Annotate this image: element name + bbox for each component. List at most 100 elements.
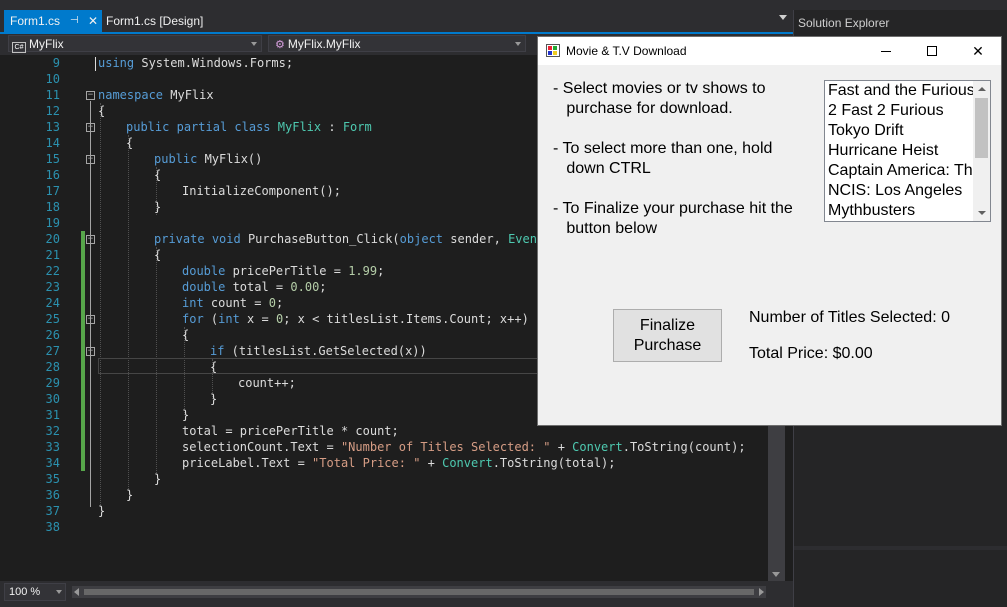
close-tab-icon[interactable]: ✕ bbox=[88, 10, 98, 32]
code-line: for (int x = 0; x < titlesList.Items.Cou… bbox=[182, 312, 529, 326]
editor-horizontal-scrollbar[interactable] bbox=[72, 586, 766, 598]
instruction-ctrl: - To select more than one, hold down CTR… bbox=[553, 140, 773, 177]
indent-guide bbox=[128, 135, 129, 491]
change-indicator bbox=[81, 231, 85, 471]
list-item[interactable]: NCIS: Los Angeles bbox=[828, 181, 962, 201]
code-line: namespace MyFlix bbox=[98, 88, 214, 102]
line-number: 28 bbox=[45, 360, 60, 374]
code-line: public MyFlix() bbox=[154, 152, 263, 166]
scroll-down-icon[interactable] bbox=[772, 572, 780, 577]
list-item[interactable]: Hurricane Heist bbox=[828, 141, 938, 161]
maximize-icon bbox=[927, 46, 937, 56]
line-number: 32 bbox=[45, 424, 60, 438]
member-dropdown[interactable]: ⚙ MyFlix.MyFlix bbox=[268, 35, 526, 52]
code-line: selectionCount.Text = "Number of Titles … bbox=[182, 440, 746, 454]
code-line: int count = 0; bbox=[182, 296, 284, 310]
list-item[interactable]: Tokyo Drift bbox=[828, 121, 904, 141]
list-item[interactable]: Fast and the Furious bbox=[828, 81, 975, 101]
line-number-gutter: 9 10 11 12 13 14 15 16 17 18 19 20 21 22… bbox=[0, 55, 60, 581]
line-number: 37 bbox=[45, 504, 60, 518]
line-number: 20 bbox=[45, 232, 60, 246]
tab-dropdown-icon[interactable] bbox=[779, 15, 787, 20]
line-number: 18 bbox=[45, 200, 60, 214]
solution-explorer-title[interactable]: Solution Explorer bbox=[798, 16, 889, 30]
code-line: double total = 0.00; bbox=[182, 280, 327, 294]
line-number: 30 bbox=[45, 392, 60, 406]
line-number: 25 bbox=[45, 312, 60, 326]
code-line: { bbox=[154, 248, 162, 262]
project-name: MyFlix bbox=[29, 37, 64, 51]
close-button[interactable]: ✕ bbox=[955, 37, 1001, 65]
code-line: if (titlesList.GetSelected(x)) bbox=[210, 344, 427, 358]
line-number: 29 bbox=[45, 376, 60, 390]
line-number: 33 bbox=[45, 440, 60, 454]
tab-label: Form1.cs [Design] bbox=[106, 14, 204, 28]
titles-list[interactable]: Fast and the Furious 2 Fast 2 Furious To… bbox=[824, 80, 991, 222]
collapse-icon[interactable]: − bbox=[86, 123, 95, 132]
indent-guide bbox=[100, 103, 101, 507]
csharp-project-icon: C# bbox=[12, 42, 26, 53]
collapse-icon[interactable]: − bbox=[86, 347, 95, 356]
tab-form1-cs[interactable]: Form1.cs ⊣ ✕ bbox=[4, 10, 102, 32]
scroll-up-icon[interactable] bbox=[978, 87, 986, 91]
close-icon: ✕ bbox=[972, 43, 984, 59]
code-line: { bbox=[98, 104, 106, 118]
list-scrollbar[interactable] bbox=[973, 81, 990, 221]
line-number: 22 bbox=[45, 264, 60, 278]
window-titlebar[interactable]: Movie & T.V Download ✕ bbox=[538, 37, 1001, 65]
code-line: using System.Windows.Forms; bbox=[98, 56, 294, 70]
line-number: 9 bbox=[52, 56, 60, 70]
scroll-thumb[interactable] bbox=[975, 98, 988, 158]
line-number: 27 bbox=[45, 344, 60, 358]
document-tab-strip: Form1.cs ⊣ ✕ Form1.cs [Design] bbox=[0, 10, 793, 34]
line-number: 35 bbox=[45, 472, 60, 486]
tab-label: Form1.cs bbox=[10, 14, 61, 28]
ide-top-strip bbox=[0, 0, 1007, 10]
zoom-level: 100 % bbox=[9, 586, 41, 598]
collapse-icon[interactable]: − bbox=[86, 315, 95, 324]
collapse-icon[interactable]: − bbox=[86, 235, 95, 244]
line-number: 16 bbox=[45, 168, 60, 182]
code-line: } bbox=[154, 200, 162, 214]
pin-icon[interactable]: ⊣ bbox=[70, 10, 79, 32]
line-number: 15 bbox=[45, 152, 60, 166]
code-line: } bbox=[210, 392, 218, 406]
line-number: 38 bbox=[45, 520, 60, 534]
scroll-thumb[interactable] bbox=[84, 589, 754, 595]
code-line: } bbox=[98, 504, 106, 518]
zoom-dropdown[interactable]: 100 % bbox=[4, 583, 66, 601]
total-price-label: Total Price: $0.00 bbox=[749, 345, 873, 362]
scroll-down-icon[interactable] bbox=[978, 211, 986, 215]
list-item[interactable]: Captain America: The bbox=[828, 161, 982, 181]
maximize-button[interactable] bbox=[909, 37, 955, 65]
line-number: 14 bbox=[45, 136, 60, 150]
chevron-down-icon bbox=[56, 590, 62, 594]
current-line-highlight bbox=[98, 358, 540, 374]
code-line: { bbox=[154, 168, 162, 182]
list-item[interactable]: 2 Fast 2 Furious bbox=[828, 101, 944, 121]
panel-splitter[interactable] bbox=[794, 546, 1007, 550]
code-line: public partial class MyFlix : Form bbox=[126, 120, 372, 134]
list-item[interactable]: Mythbusters bbox=[828, 201, 915, 221]
code-line: } bbox=[154, 472, 162, 486]
line-number: 31 bbox=[45, 408, 60, 422]
minimize-icon bbox=[881, 51, 891, 52]
tab-form1-design[interactable]: Form1.cs [Design] bbox=[106, 10, 206, 32]
finalize-purchase-button[interactable]: Finalize Purchase bbox=[613, 309, 722, 362]
code-line: { bbox=[182, 328, 190, 342]
code-line: InitializeComponent(); bbox=[182, 184, 341, 198]
line-number: 10 bbox=[45, 72, 60, 86]
chevron-down-icon bbox=[515, 42, 521, 46]
collapse-icon[interactable]: − bbox=[86, 155, 95, 164]
scroll-left-icon[interactable] bbox=[74, 588, 79, 596]
line-number: 13 bbox=[45, 120, 60, 134]
code-line: count++; bbox=[238, 376, 296, 390]
collapse-icon[interactable]: − bbox=[86, 91, 95, 100]
text-cursor bbox=[95, 57, 96, 71]
line-number: 34 bbox=[45, 456, 60, 470]
scroll-right-icon[interactable] bbox=[759, 588, 764, 596]
instruction-finalize: - To Finalize your purchase hit the butt… bbox=[553, 200, 793, 237]
line-number: 36 bbox=[45, 488, 60, 502]
minimize-button[interactable] bbox=[863, 37, 909, 65]
project-dropdown[interactable]: C# MyFlix bbox=[8, 35, 262, 53]
